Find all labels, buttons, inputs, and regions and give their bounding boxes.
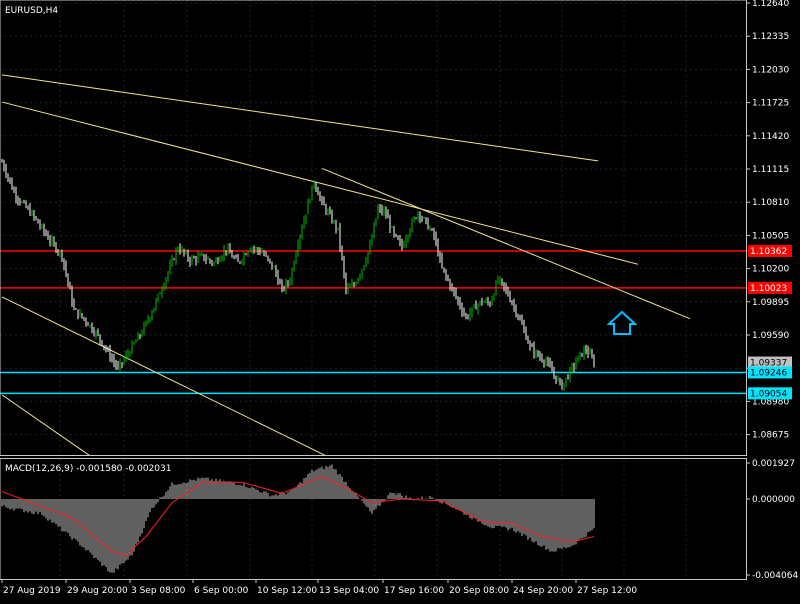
trendline[interactable] (1, 394, 91, 457)
up-arrow-icon[interactable] (606, 310, 638, 335)
trendline[interactable] (1, 74, 599, 162)
macd-tick-label: -0.004064 (752, 571, 798, 581)
price-tick-label: 1.10810 (752, 198, 789, 208)
time-tick-label: 27 Sep 12:00 (577, 586, 637, 596)
candles (1, 158, 595, 391)
macd-title: MACD(12,26,9) -0.001580 -0.002031 (5, 464, 171, 474)
trendline[interactable] (321, 167, 691, 320)
price-tick-label: 1.09895 (752, 298, 789, 308)
macd-panel (1, 464, 595, 573)
time-tick-label: 17 Sep 16:00 (384, 586, 444, 596)
time-tick-label: 27 Aug 2019 (3, 586, 61, 596)
price-tag-support-1: 1.09246 (748, 366, 792, 379)
time-tick-label: 29 Aug 20:00 (67, 586, 128, 596)
price-tag-label: 1.10023 (750, 284, 787, 294)
time-tick-label: 24 Sep 20:00 (513, 586, 573, 596)
trendlines[interactable] (1, 74, 691, 457)
price-tick-label: 1.12640 (752, 0, 789, 9)
price-tag-label: 1.10362 (750, 247, 787, 257)
price-tag-support-2: 1.09054 (748, 387, 792, 400)
price-tick-label: 1.09590 (752, 331, 789, 341)
time-tick-label: 20 Sep 08:00 (449, 586, 509, 596)
time-tick-label: 10 Sep 12:00 (257, 586, 317, 596)
macd-tick-label: 0.001927 (752, 459, 795, 469)
trendline[interactable] (1, 101, 639, 265)
price-tick-label: 1.10505 (752, 231, 789, 241)
time-tick-label: 3 Sep 08:00 (131, 586, 186, 596)
trendline[interactable] (1, 296, 327, 457)
price-tick-label: 1.08675 (752, 431, 789, 441)
price-tick-label: 1.11420 (752, 132, 789, 142)
time-tick-label: 6 Sep 00:00 (194, 586, 249, 596)
time-tick-label: 13 Sep 04:00 (319, 586, 379, 596)
macd-axis: 0.001927 0.000000 -0.004064 (746, 459, 798, 581)
main-panel-frame (0, 0, 747, 456)
price-tag-label: 1.09054 (750, 389, 787, 399)
price-tick-label: 1.11725 (752, 99, 789, 109)
price-tag-label: 1.09246 (750, 368, 787, 378)
chart-title: EURUSD,H4 (5, 6, 58, 16)
chart-window[interactable]: 1.12640 1.12335 1.12030 1.11725 1.11420 1.111… (0, 0, 800, 600)
time-axis: 27 Aug 2019 29 Aug 20:00 3 Sep 08:00 6 Sep … (1, 579, 637, 596)
price-tag-resistance-2: 1.10023 (748, 281, 792, 294)
price-chart[interactable]: 1.12640 1.12335 1.12030 1.11725 1.11420 1.111… (0, 0, 800, 600)
price-tick-label: 1.12335 (752, 32, 789, 42)
price-tick-label: 1.10200 (752, 265, 789, 275)
price-tick-label: 1.12030 (752, 65, 789, 75)
price-tick-label: 1.11115 (752, 165, 789, 175)
chart-grid (0, 0, 746, 579)
macd-tick-label: 0.000000 (752, 495, 795, 505)
price-tag-resistance-1: 1.10362 (748, 244, 792, 257)
